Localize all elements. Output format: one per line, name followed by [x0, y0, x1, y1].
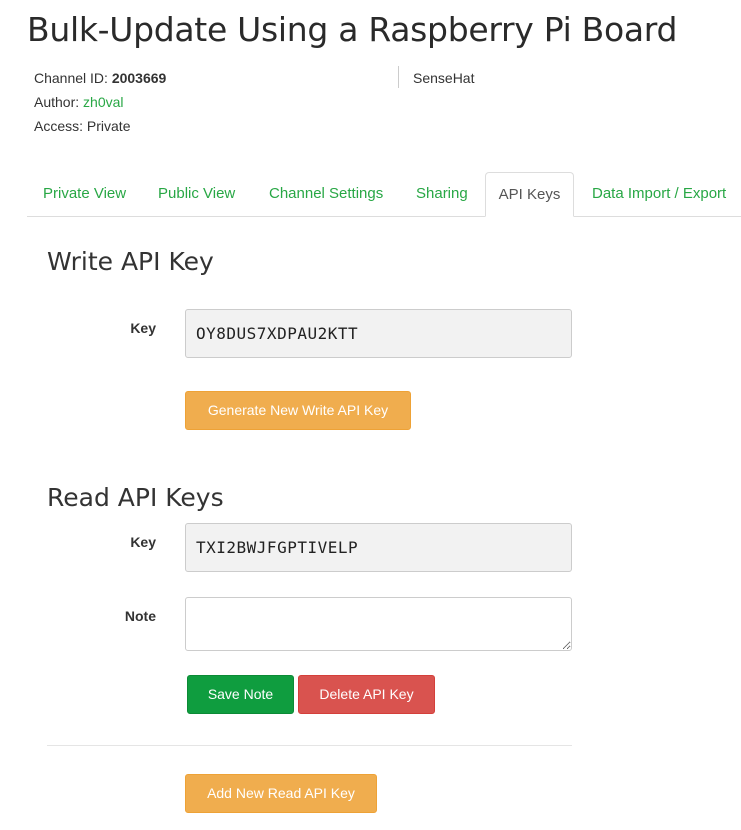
access-row: Access: Private: [34, 114, 166, 138]
write-key-label: Key: [130, 320, 156, 336]
tab-api-keys[interactable]: API Keys: [485, 172, 574, 217]
tab-channel-settings[interactable]: Channel Settings: [269, 172, 383, 216]
read-api-key-field[interactable]: TXI2BWJFGPTIVELP: [185, 523, 572, 572]
channel-tabs: Private View Public View Channel Setting…: [27, 172, 741, 217]
author-label: Author:: [34, 94, 80, 110]
channel-tag: SenseHat: [398, 66, 474, 88]
read-api-keys-title: Read API Keys: [47, 483, 224, 512]
write-api-key-field[interactable]: OY8DUS7XDPAU2KTT: [185, 309, 572, 358]
author-row: Author: zh0val: [34, 90, 166, 114]
note-textarea[interactable]: [185, 597, 572, 651]
channel-id-value: 2003669: [111, 70, 167, 86]
tab-public-view[interactable]: Public View: [158, 172, 235, 216]
tab-data-import-export[interactable]: Data Import / Export: [592, 172, 726, 216]
author-link[interactable]: zh0val: [83, 94, 123, 110]
access-value: Private: [86, 118, 131, 134]
channel-id-label: Channel ID:: [34, 70, 108, 86]
generate-write-api-key-button[interactable]: Generate New Write API Key: [185, 391, 411, 430]
tab-private-view[interactable]: Private View: [43, 172, 126, 216]
add-read-api-key-button[interactable]: Add New Read API Key: [185, 774, 377, 813]
channel-id-row: Channel ID: 2003669: [34, 66, 166, 90]
tab-sharing[interactable]: Sharing: [416, 172, 468, 216]
page-title: Bulk-Update Using a Raspberry Pi Board: [27, 10, 678, 49]
save-note-button[interactable]: Save Note: [187, 675, 294, 714]
channel-meta: Channel ID: 2003669 Author: zh0val Acces…: [34, 66, 166, 138]
note-label: Note: [124, 608, 156, 624]
delete-api-key-button[interactable]: Delete API Key: [298, 675, 435, 714]
write-api-key-title: Write API Key: [47, 247, 214, 276]
access-label: Access:: [34, 118, 84, 134]
section-divider: [47, 745, 572, 746]
read-key-label: Key: [130, 534, 156, 550]
